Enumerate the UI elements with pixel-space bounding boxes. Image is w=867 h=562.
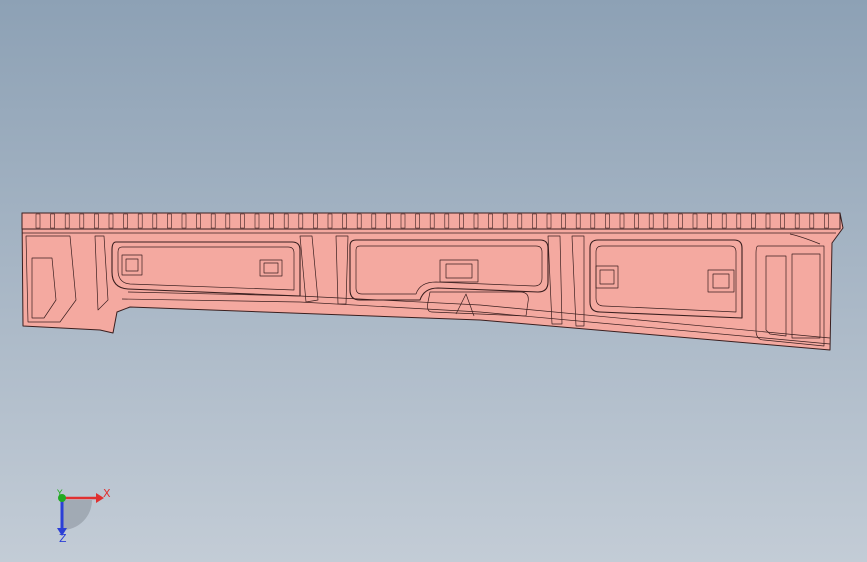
graphics-viewport[interactable]: X Y Z [0, 0, 867, 562]
x-axis-label: X [103, 487, 111, 500]
triad-shadow [62, 500, 92, 530]
z-axis-label: Z [59, 532, 67, 545]
y-axis-label: Y [57, 489, 63, 499]
reference-triad: X Y Z [40, 478, 120, 548]
cad-scene[interactable] [0, 0, 867, 562]
top-flange [21, 212, 841, 230]
